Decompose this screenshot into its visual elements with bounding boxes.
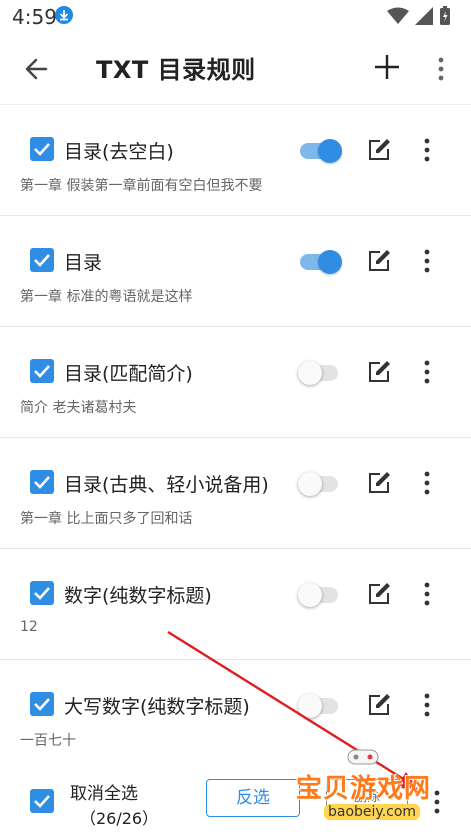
- edit-icon[interactable]: [366, 470, 392, 496]
- rule-item[interactable]: 目录(去空白) 第一章 假装第一章前面有空白但我不要: [0, 105, 471, 216]
- signal-icon: [415, 7, 433, 29]
- back-arrow-icon[interactable]: [20, 52, 54, 86]
- rule-item[interactable]: 目录(古典、轻小说备用) 第一章 比上面只多了回和话: [0, 438, 471, 549]
- gamepad-icon: [347, 749, 379, 765]
- rule-name: 目录: [64, 252, 103, 274]
- rule-name: 目录(古典、轻小说备用): [64, 474, 269, 496]
- rule-name: 大写数字(纯数字标题): [64, 696, 250, 718]
- rule-item[interactable]: 数字(纯数字标题) 12: [0, 549, 471, 660]
- page-title: TXT 目录规则: [96, 56, 256, 84]
- rule-enable-toggle[interactable]: [298, 583, 342, 607]
- watermark: 宝贝游戏网 baobeiy.com: [296, 744, 446, 824]
- rule-checkbox[interactable]: [30, 692, 54, 716]
- rule-enable-toggle[interactable]: [300, 139, 342, 163]
- rule-name: 数字(纯数字标题): [64, 585, 212, 607]
- rule-name: 目录(去空白): [64, 141, 174, 163]
- more-vert-icon[interactable]: [420, 690, 434, 720]
- rule-example: 12: [20, 619, 38, 635]
- edit-icon[interactable]: [366, 137, 392, 163]
- rule-checkbox[interactable]: [30, 470, 54, 494]
- more-vert-icon[interactable]: [420, 246, 434, 276]
- add-icon[interactable]: [372, 52, 402, 82]
- rule-example: 第一章 假装第一章前面有空白但我不要: [20, 178, 263, 194]
- more-vert-icon[interactable]: [420, 468, 434, 498]
- watermark-brand: 宝贝游戏网: [296, 774, 432, 804]
- rule-example: 简介 老夫诸葛村夫: [20, 400, 137, 416]
- select-all-label[interactable]: 取消全选: [70, 779, 138, 804]
- rule-checkbox[interactable]: [30, 248, 54, 272]
- edit-icon[interactable]: [366, 692, 392, 718]
- rule-enable-toggle[interactable]: [300, 250, 342, 274]
- selection-count: （26/26）: [80, 809, 159, 828]
- rule-item[interactable]: 目录 第一章 标准的粤语就是这样: [0, 216, 471, 327]
- status-time: 4:59: [12, 5, 57, 29]
- edit-icon[interactable]: [366, 359, 392, 385]
- battery-icon: [439, 6, 451, 30]
- edit-icon[interactable]: [366, 248, 392, 274]
- rule-example: 第一章 标准的粤语就是这样: [20, 289, 193, 305]
- wifi-icon: [387, 7, 409, 29]
- edit-icon[interactable]: [366, 581, 392, 607]
- invert-selection-button[interactable]: 反选: [206, 779, 300, 817]
- rule-enable-toggle[interactable]: [298, 361, 342, 385]
- rule-item[interactable]: 目录(匹配简介) 简介 老夫诸葛村夫: [0, 327, 471, 438]
- rule-example: 第一章 比上面只多了回和话: [20, 511, 193, 527]
- rule-example: 一百七十: [20, 733, 76, 749]
- more-vert-icon[interactable]: [434, 54, 448, 84]
- rule-checkbox[interactable]: [30, 137, 54, 161]
- download-icon: [55, 6, 73, 24]
- rule-enable-toggle[interactable]: [298, 694, 342, 718]
- more-vert-icon[interactable]: [420, 135, 434, 165]
- select-all-checkbox[interactable]: [30, 789, 54, 813]
- rule-enable-toggle[interactable]: [298, 472, 342, 496]
- rule-checkbox[interactable]: [30, 359, 54, 383]
- more-vert-icon[interactable]: [420, 579, 434, 609]
- watermark-url: baobeiy.com: [324, 804, 421, 820]
- rule-checkbox[interactable]: [30, 581, 54, 605]
- app-bar: TXT 目录规则: [0, 32, 471, 105]
- rule-name: 目录(匹配简介): [64, 363, 193, 385]
- more-vert-icon[interactable]: [420, 357, 434, 387]
- status-bar: 4:59: [0, 0, 471, 32]
